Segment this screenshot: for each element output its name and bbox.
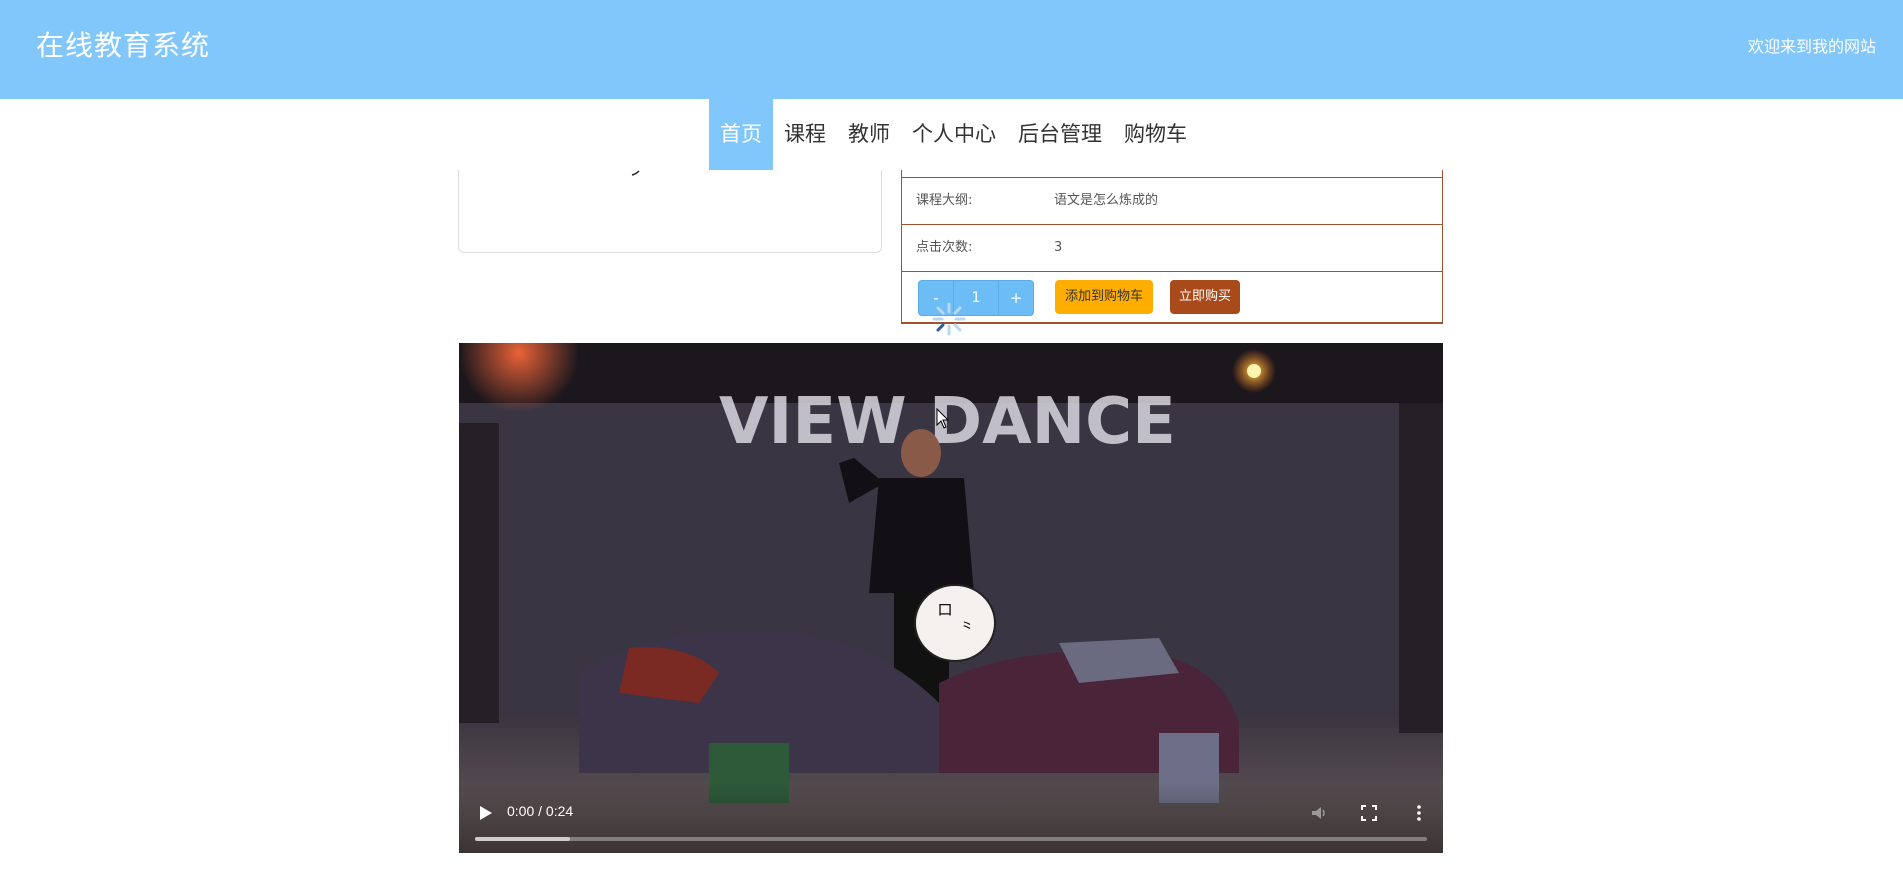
image-fragment [631, 170, 640, 176]
main-nav: 首页 课程 教师 个人中心 后台管理 购物车 [0, 99, 1903, 170]
fullscreen-icon[interactable] [1359, 803, 1379, 823]
nav-item-profile[interactable]: 个人中心 [901, 99, 1007, 170]
clicks-value: 3 [1054, 240, 1063, 255]
nav-item-home[interactable]: 首页 [709, 99, 773, 170]
nav-item-cart[interactable]: 购物车 [1113, 99, 1198, 170]
purchase-row: - 1 + 添加到购物车 立即购买 [902, 271, 1442, 323]
outline-value: 语文是怎么炼成的 [1054, 193, 1159, 208]
mouse-cursor-icon [936, 408, 950, 429]
video-controls: 0:00 / 0:24 [459, 783, 1443, 853]
clicks-label: 点击次数: [916, 240, 973, 255]
video-frame: VIEW DANCE ロ ⺀ [459, 343, 1443, 853]
clicks-row: 点击次数: 3 [902, 224, 1442, 271]
add-to-cart-button[interactable]: 添加到购物车 [1055, 280, 1154, 314]
svg-text:ロ: ロ [937, 600, 953, 619]
outline-label: 课程大纲: [916, 193, 973, 208]
play-icon[interactable] [475, 803, 495, 823]
welcome-text: 欢迎来到我的网站 [1747, 37, 1876, 56]
svg-text:⺀: ⺀ [959, 618, 975, 637]
site-title[interactable]: 在线教育系统 [36, 24, 210, 64]
nav-item-courses[interactable]: 课程 [773, 99, 837, 170]
video-buffered-bar [475, 837, 571, 841]
quantity-increase-button[interactable]: + [998, 280, 1034, 316]
video-progress-bar[interactable] [475, 837, 1427, 841]
volume-icon[interactable] [1309, 803, 1329, 823]
loading-spinner-icon [932, 302, 966, 336]
course-video-player[interactable]: VIEW DANCE ロ ⺀ 0:00 / 0:24 [459, 343, 1443, 853]
site-header: 在线教育系统 欢迎来到我的网站 [0, 0, 1903, 99]
outline-row: 课程大纲: 语文是怎么炼成的 [902, 177, 1442, 224]
video-time: 0:00 / 0:24 [507, 803, 574, 819]
nav-item-admin[interactable]: 后台管理 [1007, 99, 1113, 170]
nav-item-teachers[interactable]: 教师 [837, 99, 901, 170]
course-image-card [458, 170, 882, 253]
course-info-table: 课程大纲: 语文是怎么炼成的 点击次数: 3 - 1 + 添加到购物车 立即购买 [901, 170, 1443, 324]
more-options-icon[interactable] [1409, 803, 1429, 823]
buy-now-button[interactable]: 立即购买 [1170, 280, 1241, 314]
